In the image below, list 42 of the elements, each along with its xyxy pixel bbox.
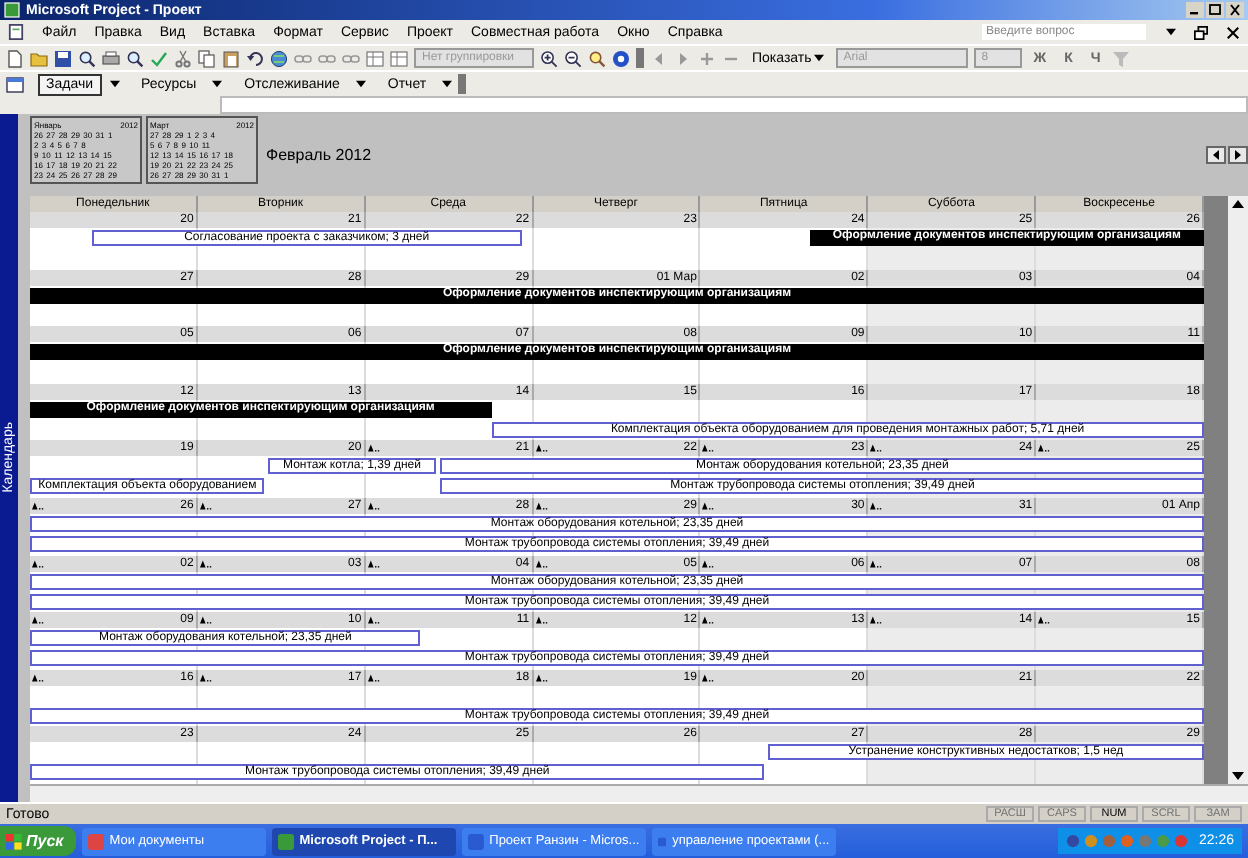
document-icon[interactable] <box>8 24 24 40</box>
check-icon[interactable] <box>150 49 168 67</box>
clipboard-icon[interactable] <box>222 49 240 67</box>
next-month-button[interactable] <box>1228 145 1248 163</box>
help-icon[interactable] <box>612 49 630 67</box>
window-icon <box>277 833 294 849</box>
zoom-out-icon[interactable] <box>564 49 582 67</box>
caret-icon[interactable] <box>109 80 120 88</box>
scissors-icon[interactable] <box>174 49 192 67</box>
calendar-view-icon[interactable] <box>6 75 24 93</box>
zoom-in-icon[interactable] <box>540 49 558 67</box>
search-icon[interactable] <box>78 49 96 67</box>
table-icon[interactable] <box>366 49 384 67</box>
minimize-icon[interactable] <box>1186 2 1204 18</box>
month-title: Февраль 2012 <box>264 145 372 163</box>
windows-flag-icon <box>6 833 22 849</box>
caret-icon[interactable] <box>1166 28 1176 36</box>
close-icon[interactable] <box>1226 2 1244 18</box>
printer-icon[interactable] <box>102 49 120 67</box>
vertical-scrollbar[interactable] <box>1228 196 1248 784</box>
start-button[interactable]: Пуск <box>0 826 76 856</box>
scroll-up-icon[interactable] <box>1230 196 1246 212</box>
horizontal-scrollbar[interactable] <box>30 784 1248 802</box>
window-icon <box>467 833 484 849</box>
caret-icon[interactable] <box>442 80 453 88</box>
caret-icon <box>813 54 824 62</box>
previous-month-button[interactable] <box>1206 145 1226 163</box>
close-icon[interactable] <box>1226 25 1240 39</box>
maximize-icon[interactable] <box>1206 2 1224 18</box>
magnifier-icon[interactable] <box>126 49 144 67</box>
window-icon <box>657 833 667 849</box>
app-icon <box>4 2 20 18</box>
entry-field[interactable] <box>220 96 1248 114</box>
restore-icon[interactable] <box>1194 25 1208 39</box>
globe-icon[interactable] <box>270 49 288 67</box>
window-icon <box>87 833 104 849</box>
pages-icon[interactable] <box>198 49 216 67</box>
magnifier-icon[interactable] <box>588 49 606 67</box>
caret-icon[interactable] <box>212 80 223 88</box>
undo-icon[interactable] <box>246 49 264 67</box>
table-icon[interactable] <box>390 49 408 67</box>
caret-icon[interactable] <box>355 80 366 88</box>
